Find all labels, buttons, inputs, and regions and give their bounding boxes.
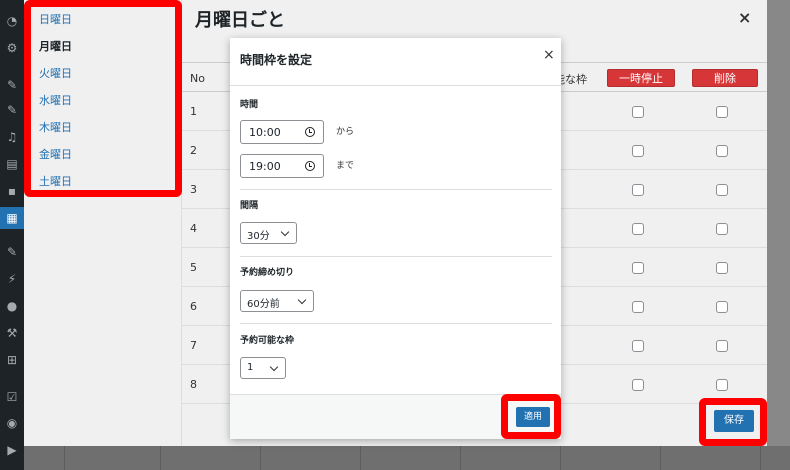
dashboard-icon[interactable]: ◔ [5, 14, 19, 28]
day-item-sunday[interactable]: 日曜日 [39, 11, 72, 27]
gear-icon[interactable]: ⚙ [5, 41, 19, 55]
row-number: 4 [190, 222, 197, 235]
clock-icon[interactable] [305, 161, 315, 171]
slots-label: 予約可能な枠 [240, 336, 295, 346]
column-header-no: No [190, 72, 205, 85]
dialog-footer [230, 394, 561, 439]
play-icon[interactable]: ▶ [5, 443, 19, 457]
calendar-icon[interactable]: ▦ [0, 207, 24, 229]
day-item-monday[interactable]: 月曜日 [39, 38, 72, 54]
check-icon[interactable]: ☑ [5, 390, 19, 404]
plugins-icon[interactable]: ⚡ [5, 272, 19, 286]
day-item-thursday[interactable]: 木曜日 [39, 119, 72, 135]
pin-icon[interactable]: ✎ [5, 78, 19, 92]
settings-icon[interactable]: ⊞ [5, 353, 19, 367]
day-item-friday[interactable]: 金曜日 [39, 146, 72, 162]
deadline-label: 予約締め切り [240, 268, 295, 278]
interval-value: 30分 [247, 231, 270, 242]
day-item-saturday[interactable]: 土曜日 [39, 173, 72, 189]
end-suffix: まで [336, 161, 355, 171]
pause-checkbox[interactable] [632, 106, 644, 118]
pause-checkbox[interactable] [632, 340, 644, 352]
divider [230, 85, 561, 86]
start-suffix: から [336, 127, 355, 137]
pause-checkbox[interactable] [632, 301, 644, 313]
slots-value: 1 [247, 362, 254, 373]
background-page [767, 0, 790, 446]
close-icon[interactable]: × [543, 47, 555, 63]
clock-icon[interactable] [305, 127, 315, 137]
interval-label: 間隔 [240, 201, 259, 211]
slots-select[interactable]: 1 [240, 357, 286, 379]
chevron-down-icon [280, 227, 290, 237]
close-icon[interactable]: × [738, 8, 751, 27]
pause-checkbox[interactable] [632, 262, 644, 274]
comments-icon[interactable]: ▪ [5, 184, 19, 198]
pin-icon[interactable]: ✎ [5, 103, 19, 117]
row-number: 8 [190, 378, 197, 391]
timeslot-dialog: 時間枠を設定 × 時間 10:00 から 19:00 まで 間隔 30分 予約締… [230, 38, 561, 439]
tools-icon[interactable]: ⚒ [5, 326, 19, 340]
media-icon[interactable]: ♫ [5, 130, 19, 144]
deadline-value: 60分前 [247, 299, 280, 310]
pause-checkbox[interactable] [632, 184, 644, 196]
pause-checkbox[interactable] [632, 223, 644, 235]
time-label: 時間 [240, 100, 259, 110]
delete-checkbox[interactable] [716, 340, 728, 352]
delete-checkbox[interactable] [716, 301, 728, 313]
day-item-wednesday[interactable]: 水曜日 [39, 92, 72, 108]
delete-checkbox[interactable] [716, 106, 728, 118]
admin-sidebar: ◔ ⚙ ✎ ✎ ♫ ▤ ▪ ▦ ✎ ⚡ ● ⚒ ⊞ ☑ ◉ ▶ [0, 0, 24, 470]
pause-checkbox[interactable] [632, 145, 644, 157]
users-icon[interactable]: ● [5, 299, 19, 313]
divider [240, 256, 552, 257]
pages-icon[interactable]: ▤ [5, 157, 19, 171]
divider [240, 189, 552, 190]
row-number: 1 [190, 105, 197, 118]
row-number: 5 [190, 261, 197, 274]
pause-button[interactable]: 一時停止 [607, 69, 675, 87]
row-number: 7 [190, 339, 197, 352]
day-item-tuesday[interactable]: 火曜日 [39, 65, 72, 81]
background-table [24, 446, 790, 470]
deadline-select[interactable]: 60分前 [240, 290, 314, 312]
appearance-icon[interactable]: ✎ [5, 245, 19, 259]
delete-checkbox[interactable] [716, 184, 728, 196]
delete-checkbox[interactable] [716, 379, 728, 391]
divider [240, 323, 552, 324]
delete-checkbox[interactable] [716, 223, 728, 235]
chevron-down-icon [269, 362, 279, 372]
save-button[interactable]: 保存 [714, 410, 754, 432]
row-number: 6 [190, 300, 197, 313]
dialog-title: 時間枠を設定 [240, 53, 313, 67]
apply-button[interactable]: 適用 [516, 407, 550, 427]
row-number: 3 [190, 183, 197, 196]
end-time-input[interactable]: 19:00 [240, 154, 324, 178]
start-time-input[interactable]: 10:00 [240, 120, 324, 144]
row-number: 2 [190, 144, 197, 157]
eye-icon[interactable]: ◉ [5, 416, 19, 430]
interval-select[interactable]: 30分 [240, 222, 297, 244]
delete-button[interactable]: 削除 [692, 69, 758, 87]
start-time-value: 10:00 [249, 126, 281, 139]
day-list: 日曜日 月曜日 火曜日 水曜日 木曜日 金曜日 土曜日 [24, 0, 182, 446]
delete-checkbox[interactable] [716, 145, 728, 157]
delete-checkbox[interactable] [716, 262, 728, 274]
pause-checkbox[interactable] [632, 379, 644, 391]
modal-title: 月曜日ごと [195, 10, 285, 31]
chevron-down-icon [297, 295, 307, 305]
end-time-value: 19:00 [249, 160, 281, 173]
